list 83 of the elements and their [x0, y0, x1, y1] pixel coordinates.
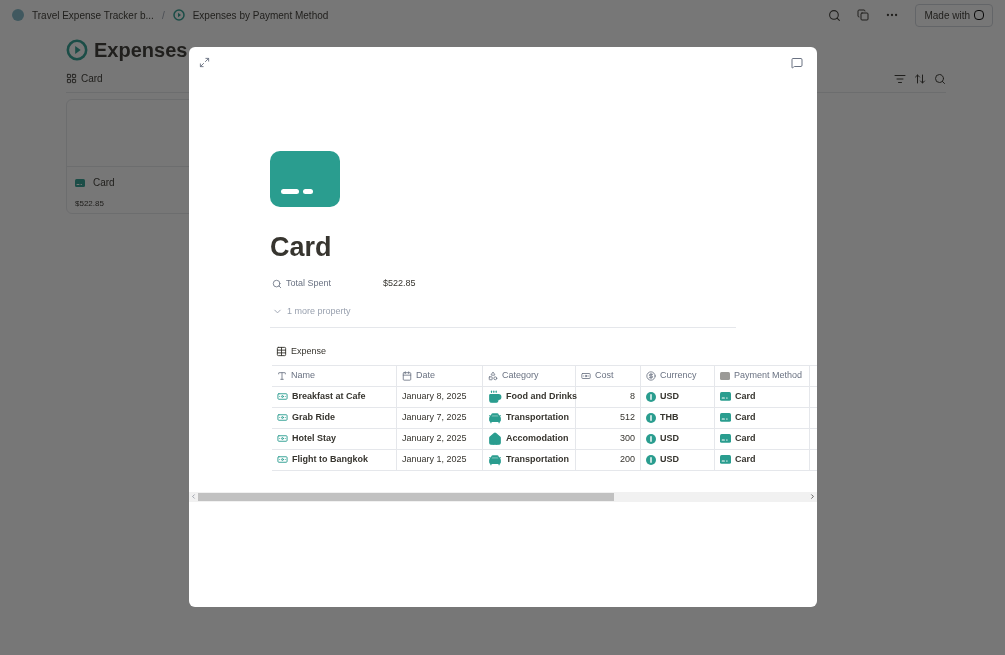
banknote-icon — [277, 433, 288, 444]
cup-icon — [488, 389, 502, 404]
scroll-left-icon[interactable] — [190, 493, 197, 500]
banknote-icon — [581, 370, 591, 381]
table-cell[interactable]: Breakfast at Cafe — [272, 386, 397, 407]
breadcrumb-link[interactable]: Expenses by Payment Method — [192, 7, 329, 23]
banknote-icon — [277, 454, 288, 465]
table-cell: Card — [715, 407, 810, 428]
banknote-icon — [277, 412, 288, 423]
table-cell: 300 — [576, 428, 641, 449]
coin-icon — [646, 370, 656, 381]
coin-icon — [646, 454, 656, 465]
coin-icon — [646, 433, 656, 444]
page-icon — [12, 9, 24, 21]
table-cell: USD — [641, 449, 715, 470]
calendar-icon — [402, 370, 412, 381]
table-cell: 8 — [576, 386, 641, 407]
table-cell: January 7, 2025 — [397, 407, 483, 428]
table-icon — [276, 346, 287, 358]
table-title: Expense — [291, 345, 327, 358]
column-header[interactable]: Category — [483, 365, 576, 386]
play-circle-icon — [172, 9, 185, 21]
credit-card-icon — [720, 434, 731, 443]
column-header[interactable]: Payment Method — [715, 365, 810, 386]
table-cell: January 2, 2025 — [397, 428, 483, 449]
table-cell[interactable]: Flight to Bangkok — [272, 449, 397, 470]
shapes-icon — [488, 370, 498, 381]
house-icon — [488, 431, 502, 446]
car-icon — [488, 452, 502, 467]
column-header[interactable]: Currency — [641, 365, 715, 386]
table-cell: 200 — [576, 449, 641, 470]
breadcrumb-separator: / — [161, 8, 165, 23]
search-icon — [272, 278, 282, 289]
table-cell: January 8, 2025 — [397, 386, 483, 407]
credit-card-icon — [720, 392, 731, 401]
credit-card-icon — [720, 455, 731, 464]
horizontal-scrollbar[interactable] — [189, 491, 817, 502]
credit-card-icon — [75, 178, 85, 187]
table-cell: Transportation — [483, 449, 576, 470]
column-header[interactable]: Name — [272, 365, 397, 386]
view-tab[interactable]: Card — [66, 71, 103, 86]
card-title: Card — [93, 176, 115, 190]
table-cell: Card — [715, 386, 810, 407]
more-properties-button[interactable]: 1 more property — [270, 304, 351, 318]
sort-icon[interactable] — [914, 72, 926, 85]
expand-icon[interactable] — [199, 57, 210, 68]
banknote-icon — [277, 391, 288, 402]
duplicate-icon[interactable] — [857, 9, 870, 21]
scroll-right-icon[interactable] — [809, 493, 816, 500]
filter-icon[interactable] — [894, 72, 906, 85]
card-icon — [720, 371, 730, 380]
table-cell[interactable]: Grab Ride — [272, 407, 397, 428]
credit-card-icon — [720, 413, 731, 422]
search-icon[interactable] — [934, 72, 946, 85]
coin-icon — [646, 391, 656, 402]
table-cell: THB — [641, 407, 715, 428]
table-cell: Card — [715, 428, 810, 449]
column-header[interactable]: Cost — [576, 365, 641, 386]
table-cell[interactable]: Hotel Stay — [272, 428, 397, 449]
table-cell: Card — [715, 449, 810, 470]
property-label: Total Spent — [286, 277, 333, 290]
made-with-button[interactable]: Made with — [915, 3, 993, 27]
table-cell: USD — [641, 386, 715, 407]
table-cell: 512 — [576, 407, 641, 428]
car-icon — [488, 410, 502, 425]
table-cell: USD — [641, 428, 715, 449]
search-icon[interactable] — [828, 8, 842, 22]
table-cell: Accomodation — [483, 428, 576, 449]
table-cell: January 1, 2025 — [397, 449, 483, 470]
column-header[interactable]: Date — [397, 365, 483, 386]
modal-title: Card — [270, 234, 333, 261]
table-cell: Food and Drinks — [483, 386, 576, 407]
breadcrumb-link[interactable]: Travel Expense Tracker b... — [32, 7, 154, 23]
page-title: Expenses — [94, 38, 188, 63]
table-cell: Transportation — [483, 407, 576, 428]
grid-icon — [66, 73, 77, 84]
card-value: $522.85 — [74, 198, 105, 210]
coin-icon — [646, 412, 656, 423]
play-circle-icon — [66, 39, 88, 61]
property-value: $522.85 — [383, 277, 416, 290]
credit-card-icon — [270, 151, 340, 207]
text-icon — [277, 370, 287, 381]
comment-icon[interactable] — [791, 57, 803, 69]
